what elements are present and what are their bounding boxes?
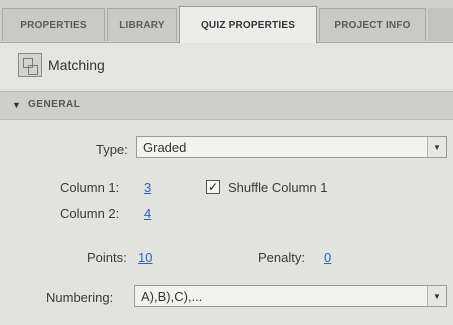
general-form: Type: Graded ▼ Column 1: 3 ✓ Shuffle Col… xyxy=(0,120,453,325)
penalty-value[interactable]: 0 xyxy=(324,250,331,265)
penalty-label: Penalty: xyxy=(258,250,305,265)
column2-value[interactable]: 4 xyxy=(144,206,151,221)
panel-title: Matching xyxy=(48,57,105,73)
dropdown-arrow-icon[interactable]: ▼ xyxy=(427,286,446,306)
matching-icon xyxy=(18,53,42,77)
tab-quiz-properties[interactable]: QUIZ PROPERTIES xyxy=(179,6,317,43)
triangle-down-icon[interactable]: ▼ xyxy=(12,100,21,110)
section-general-header[interactable]: ▼ GENERAL xyxy=(0,91,453,120)
numbering-select[interactable]: A),B),C),... ▼ xyxy=(134,285,447,307)
tab-bar-filler xyxy=(428,8,453,41)
column1-label: Column 1: xyxy=(60,180,120,195)
numbering-label: Numbering: xyxy=(46,290,114,305)
section-title: GENERAL xyxy=(28,99,81,110)
checkmark-icon: ✓ xyxy=(207,180,219,194)
quiz-properties-panel: PROPERTIES LIBRARY QUIZ PROPERTIES PROJE… xyxy=(0,0,453,325)
panel-header: Matching xyxy=(0,43,453,89)
type-select-value: Graded xyxy=(143,140,187,155)
type-select[interactable]: Graded ▼ xyxy=(136,136,447,158)
column1-value[interactable]: 3 xyxy=(144,180,151,195)
points-value[interactable]: 10 xyxy=(138,250,152,265)
points-label: Points: xyxy=(87,250,127,265)
tab-bar: PROPERTIES LIBRARY QUIZ PROPERTIES PROJE… xyxy=(0,0,453,43)
shuffle-column1-label: Shuffle Column 1 xyxy=(228,180,328,195)
shuffle-column1-checkbox[interactable]: ✓ xyxy=(206,180,220,194)
tab-properties[interactable]: PROPERTIES xyxy=(2,8,105,41)
numbering-select-value: A),B),C),... xyxy=(141,289,203,304)
tab-library[interactable]: LIBRARY xyxy=(107,8,177,41)
dropdown-arrow-icon[interactable]: ▼ xyxy=(427,137,446,157)
column2-label: Column 2: xyxy=(60,206,120,221)
type-label: Type: xyxy=(96,142,128,157)
tab-project-info[interactable]: PROJECT INFO xyxy=(319,8,426,41)
